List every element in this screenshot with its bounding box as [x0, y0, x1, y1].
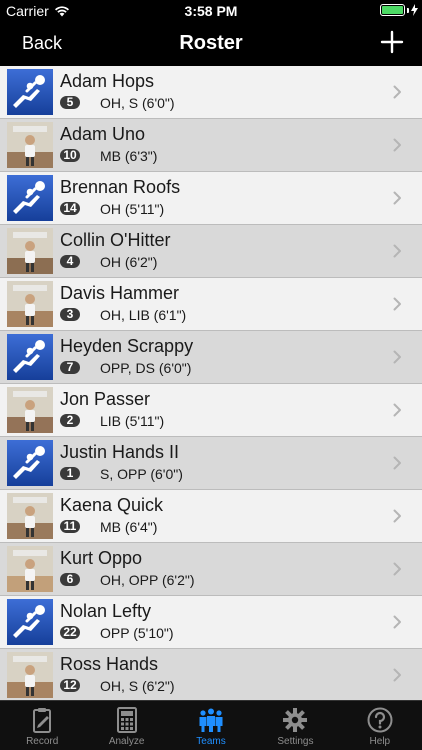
chevron-right-icon [393, 191, 401, 205]
player-name: Nolan Lefty [60, 601, 152, 621]
tab-label: Record [26, 736, 59, 747]
jersey-number-badge: 22 [60, 626, 80, 639]
jersey-number-badge: 7 [60, 361, 80, 374]
chevron-right-icon [393, 244, 401, 258]
tab-analyze[interactable]: Analyze [84, 701, 168, 750]
jersey-number-badge: 4 [60, 255, 80, 268]
volleyball-logo-icon [7, 175, 53, 221]
player-row[interactable]: Brennan Roofs 14 OH (5'11") [0, 172, 422, 225]
tab-label: Help [369, 736, 391, 747]
player-position-height: OH (5'11") [100, 201, 165, 217]
jersey-number-badge: 14 [60, 202, 80, 215]
chevron-right-icon [393, 403, 401, 417]
player-position-height: OH (6'2") [100, 254, 158, 270]
player-row[interactable]: Adam Hops 5 OH, S (6'0") [0, 66, 422, 119]
player-row[interactable]: Davis Hammer 3 OH, LIB (6'1") [0, 278, 422, 331]
chevron-right-icon [393, 138, 401, 152]
player-row[interactable]: Kaena Quick 11 MB (6'4") [0, 490, 422, 543]
battery-tip [407, 7, 409, 13]
tab-label: Settings [277, 736, 314, 747]
player-row[interactable]: Ross Hands 12 OH, S (6'2") [0, 649, 422, 700]
help-icon [367, 707, 393, 733]
chevron-right-icon [393, 668, 401, 682]
player-name: Heyden Scrappy [60, 336, 194, 356]
player-position-height: OPP (5'10") [100, 625, 174, 641]
player-position-height: OH, S (6'2") [100, 678, 175, 694]
tab-record[interactable]: Record [0, 701, 84, 750]
volleyball-logo-icon [7, 440, 53, 486]
player-row[interactable]: Nolan Lefty 22 OPP (5'10") [0, 596, 422, 649]
jersey-number-badge: 5 [60, 96, 80, 109]
chevron-right-icon [393, 350, 401, 364]
page-title: Roster [179, 32, 243, 54]
player-photo-icon [7, 546, 53, 592]
player-name: Kaena Quick [60, 495, 164, 515]
player-position-height: MB (6'3") [100, 148, 158, 164]
player-name: Justin Hands II [60, 442, 180, 462]
navigation-bar: Back Roster [0, 22, 422, 66]
player-position-height: OPP, DS (6'0") [100, 360, 192, 376]
player-photo-icon [7, 281, 53, 327]
battery-icon [380, 4, 405, 16]
volleyball-logo-icon [7, 69, 53, 115]
player-name: Adam Hops [60, 71, 155, 91]
player-row[interactable]: Heyden Scrappy 7 OPP, DS (6'0") [0, 331, 422, 384]
battery-group [380, 4, 418, 16]
player-name: Jon Passer [60, 389, 151, 409]
jersey-number-badge: 2 [60, 414, 80, 427]
player-photo-icon [7, 387, 53, 433]
player-photo-icon [7, 652, 53, 698]
chevron-right-icon [393, 562, 401, 576]
player-name: Kurt Oppo [60, 548, 143, 568]
jersey-number-badge: 11 [60, 520, 80, 533]
chevron-right-icon [393, 85, 401, 99]
player-name: Adam Uno [60, 124, 146, 144]
chevron-right-icon [393, 509, 401, 523]
player-row[interactable]: Adam Uno 10 MB (6'3") [0, 119, 422, 172]
player-row[interactable]: Kurt Oppo 6 OH, OPP (6'2") [0, 543, 422, 596]
jersey-number-badge: 12 [60, 679, 80, 692]
gear-icon [283, 708, 308, 732]
tab-help[interactable]: Help [338, 701, 422, 750]
player-photo-icon [7, 493, 53, 539]
team-icon [199, 708, 223, 732]
player-photo-icon [7, 228, 53, 274]
tab-label: Teams [196, 736, 226, 747]
player-photo-icon [7, 122, 53, 168]
add-player-button[interactable] [380, 30, 404, 54]
status-time: 3:58 PM [184, 3, 238, 19]
player-position-height: S, OPP (6'0") [100, 466, 183, 482]
clipboard-icon [33, 708, 52, 733]
volleyball-logo-icon [7, 599, 53, 645]
player-row[interactable]: Collin O'Hitter 4 OH (6'2") [0, 225, 422, 278]
charging-icon [411, 4, 418, 16]
player-name: Ross Hands [60, 654, 159, 674]
status-bar: Carrier 3:58 PM [0, 0, 422, 22]
tab-bar: Record Analyze Teams Settings Help [0, 700, 422, 750]
chevron-right-icon [393, 456, 401, 470]
chevron-right-icon [393, 297, 401, 311]
tab-label: Analyze [108, 736, 145, 747]
tab-teams[interactable]: Teams [169, 701, 253, 750]
player-position-height: OH, LIB (6'1") [100, 307, 187, 323]
player-name: Brennan Roofs [60, 177, 181, 197]
jersey-number-badge: 10 [60, 149, 80, 162]
player-row[interactable]: Justin Hands II 1 S, OPP (6'0") [0, 437, 422, 490]
jersey-number-badge: 1 [60, 467, 80, 480]
player-name: Collin O'Hitter [60, 230, 171, 250]
chevron-right-icon [393, 615, 401, 629]
jersey-number-badge: 6 [60, 573, 80, 586]
player-name: Davis Hammer [60, 283, 180, 303]
player-row[interactable]: Jon Passer 2 LIB (5'11") [0, 384, 422, 437]
player-position-height: OH, OPP (6'2") [100, 572, 195, 588]
jersey-number-badge: 3 [60, 308, 80, 321]
player-position-height: LIB (5'11") [100, 413, 165, 429]
volleyball-logo-icon [7, 334, 53, 380]
calculator-icon [116, 707, 137, 733]
roster-list: Adam Hops 5 OH, S (6'0") Adam Uno 10 MB (6'3"… [0, 66, 422, 700]
tab-settings[interactable]: Settings [253, 701, 337, 750]
player-position-height: OH, S (6'0") [100, 95, 175, 111]
player-position-height: MB (6'4") [100, 519, 158, 535]
